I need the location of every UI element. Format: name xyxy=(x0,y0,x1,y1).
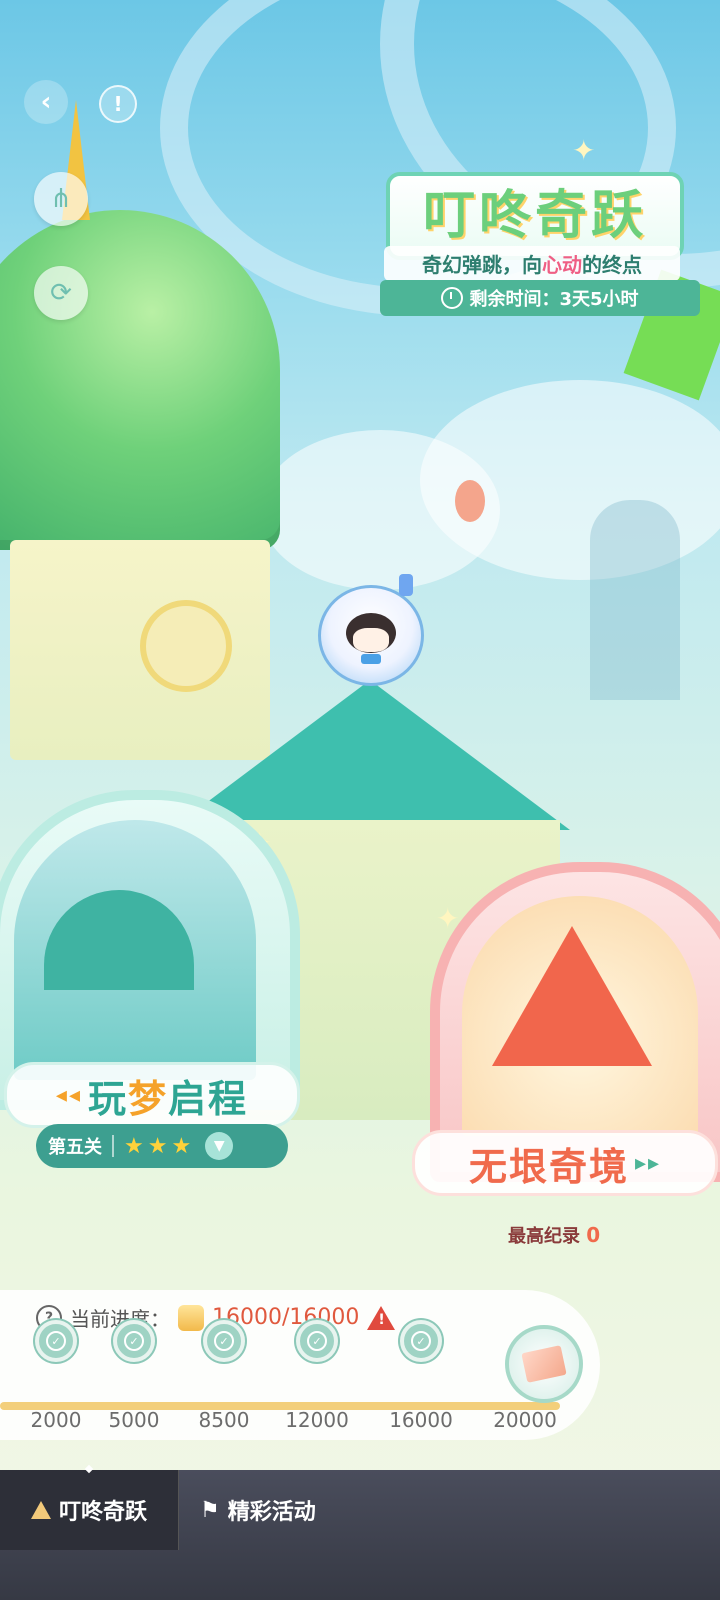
milestone-claimed[interactable]: ✓ xyxy=(296,1320,338,1362)
ticket-icon xyxy=(178,1304,204,1331)
milestone-claimed[interactable]: ✓ xyxy=(400,1320,442,1362)
double-arrow-left-icon: ◂◂ xyxy=(55,1082,83,1108)
check-icon: ✓ xyxy=(46,1331,66,1351)
countdown-timer: 剩余时间：3天5小时 xyxy=(380,280,700,316)
star-icon: ★ xyxy=(124,1133,144,1159)
hot-air-balloon-icon xyxy=(455,480,485,522)
divider xyxy=(112,1135,114,1157)
check-icon: ✓ xyxy=(307,1331,327,1351)
star-icon: ★ xyxy=(171,1133,192,1159)
check-icon: ✓ xyxy=(214,1331,234,1351)
bottom-nav: 叮咚奇跃 ⚑ 精彩活动 xyxy=(0,1464,720,1600)
level-selector[interactable]: 第五关 ★ ★ ★ ▼ xyxy=(36,1124,288,1168)
mascot-character xyxy=(318,574,424,686)
double-arrow-right-icon: ▸▸ xyxy=(634,1150,662,1176)
mode-title-part: 玩 xyxy=(88,1076,129,1121)
star-rating: ★ ★ ★ xyxy=(124,1134,195,1159)
info-icon: ! xyxy=(113,92,123,116)
record-value: 0 xyxy=(586,1223,601,1247)
background-tower-silhouette xyxy=(590,500,680,700)
milestone-label: 12000 xyxy=(285,1408,349,1432)
mode-title-part: 启程 xyxy=(168,1076,249,1121)
green-dome-tower xyxy=(0,210,280,550)
milestone-label: 20000 xyxy=(493,1408,557,1432)
clock-face-icon xyxy=(140,600,232,692)
back-chevron-icon: ‹ xyxy=(40,87,52,117)
milestone-label: 2000 xyxy=(30,1408,82,1432)
share-icon: ⋔ xyxy=(50,184,72,214)
milestone-claimed[interactable]: ✓ xyxy=(203,1320,245,1362)
subtitle-highlight: 心动 xyxy=(542,253,582,277)
subtitle-prefix: 奇幻弹跳，向 xyxy=(422,253,542,277)
red-roof-tower xyxy=(492,926,652,1066)
flag-icon: ⚑ xyxy=(200,1497,220,1523)
info-button[interactable]: ! xyxy=(99,85,137,123)
event-subtitle: 奇幻弹跳，向心动的终点 xyxy=(384,246,680,281)
house-roof xyxy=(170,680,570,830)
milestone-label: 5000 xyxy=(108,1408,160,1432)
refresh-avatar-icon: ⟳ xyxy=(50,278,72,308)
clock-icon xyxy=(441,287,464,309)
subtitle-suffix: 的终点 xyxy=(582,253,642,277)
back-button[interactable]: ‹ xyxy=(24,80,68,124)
mascot-bowtie xyxy=(361,654,381,664)
record-label: 最高纪录 xyxy=(508,1226,580,1247)
active-indicator xyxy=(84,1464,94,1474)
milestone-label: 16000 xyxy=(389,1408,453,1432)
mode-title: 无垠奇境 xyxy=(468,1144,629,1189)
refresh-button[interactable]: ⟳ xyxy=(34,266,88,320)
event-title-card: 叮咚奇跃 奇幻弹跳，向心动的终点 剩余时间：3天5小时 xyxy=(380,150,700,320)
best-record: 最高纪录 0 xyxy=(508,1222,600,1248)
share-button[interactable]: ⋔ xyxy=(34,172,88,226)
portal-dome xyxy=(44,890,194,990)
check-icon: ✓ xyxy=(124,1331,144,1351)
event-screen: ✦ ✦ ✦ ‹ ! ⋔ ⟳ 叮咚奇跃 奇幻弹跳，向心动的终点 剩余时间：3天5小… xyxy=(0,0,720,1600)
warning-icon[interactable]: ! xyxy=(367,1305,396,1330)
milestone-claimed[interactable]: ✓ xyxy=(113,1320,155,1362)
reward-card-icon xyxy=(521,1345,567,1383)
castle-icon xyxy=(30,1501,51,1519)
timer-label: 剩余时间：3天5小时 xyxy=(469,289,639,310)
star-icon: ★ xyxy=(147,1133,168,1159)
dropdown-triangle-icon[interactable]: ▼ xyxy=(205,1132,234,1160)
tab-label: 叮咚奇跃 xyxy=(58,1500,147,1525)
portal-inner-scene xyxy=(14,820,256,1080)
milestone-claimed[interactable]: ✓ xyxy=(35,1320,77,1362)
check-icon: ✓ xyxy=(411,1331,431,1351)
mascot-face xyxy=(353,628,389,652)
endless-wonderland-title[interactable]: 无垠奇境 ▸▸ xyxy=(412,1130,718,1196)
level-label: 第五关 xyxy=(48,1137,102,1158)
portal-inner-scene xyxy=(462,896,698,1136)
tab-label: 精彩活动 xyxy=(227,1500,316,1525)
tab-dingdong-leap[interactable]: 叮咚奇跃 xyxy=(0,1464,179,1550)
dream-journey-title[interactable]: ◂◂ 玩梦启程 xyxy=(4,1062,300,1128)
mode-title-highlight: 梦 xyxy=(128,1076,169,1121)
tab-featured-events[interactable]: ⚑ 精彩活动 xyxy=(200,1470,316,1550)
milestone-label: 8500 xyxy=(198,1408,250,1432)
final-reward-button[interactable] xyxy=(505,1325,583,1403)
mascot-antenna xyxy=(399,574,413,596)
